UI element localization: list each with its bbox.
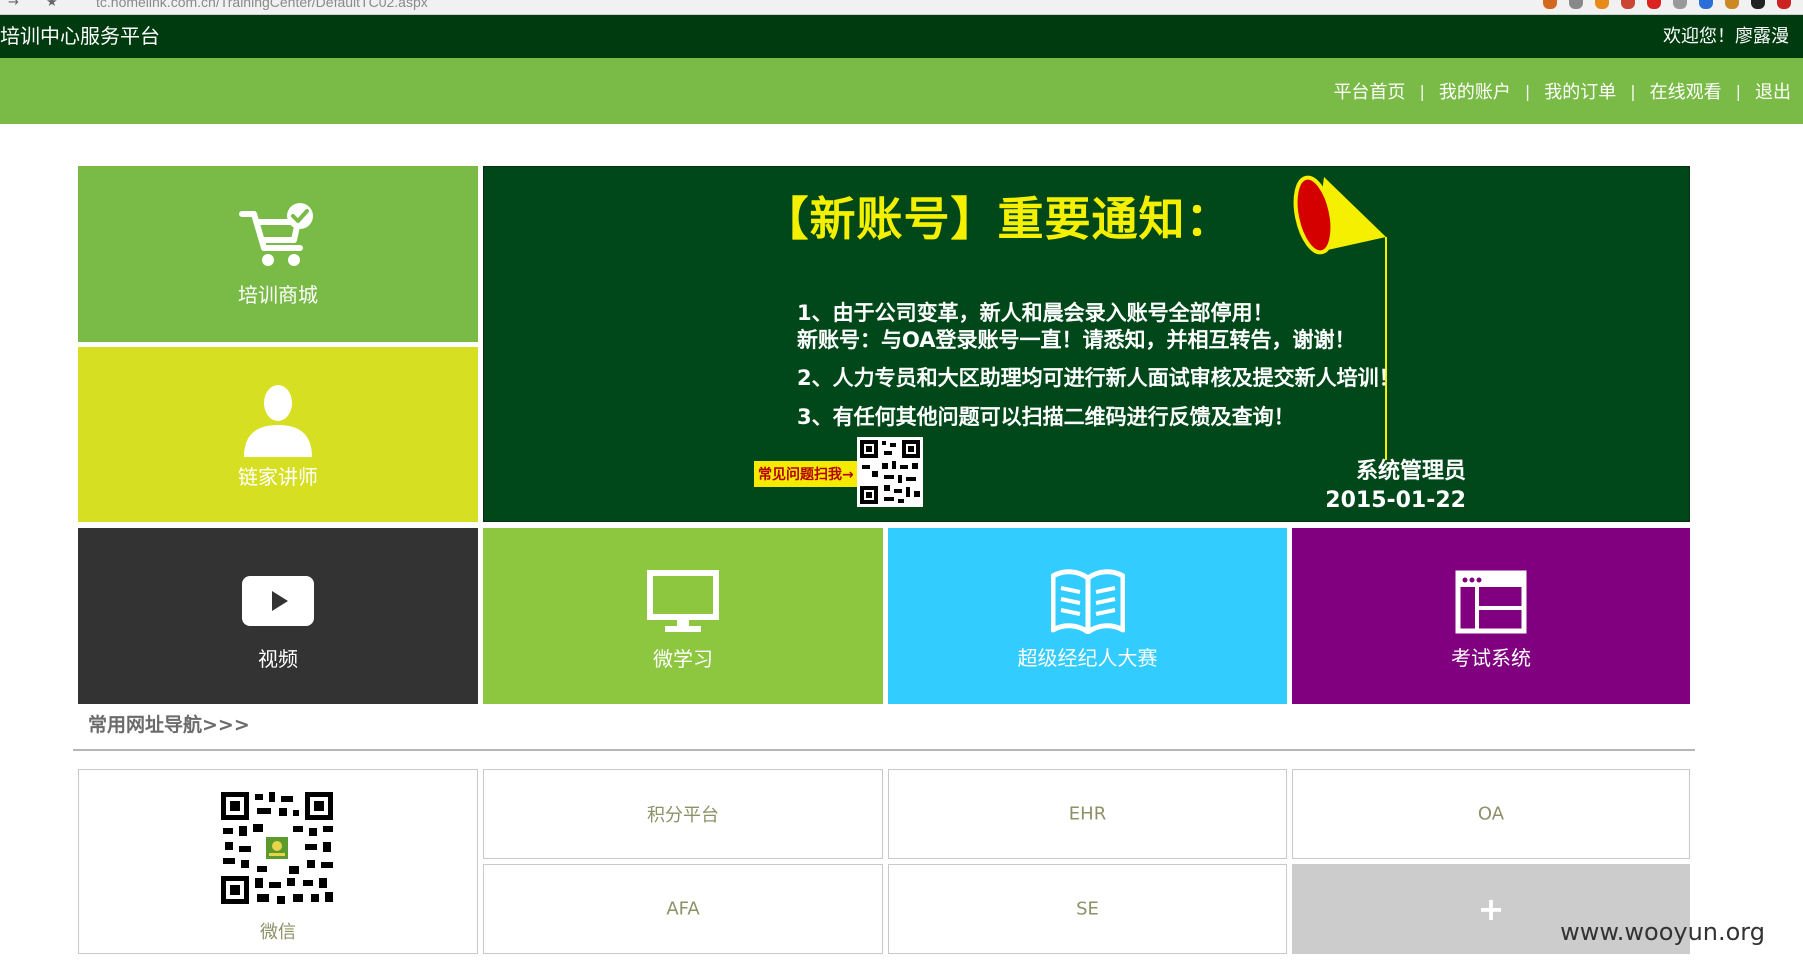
nav-separator: | [1524,81,1531,101]
welcome-user: 欢迎您！廖露漫 [1663,26,1789,47]
notice-line-1: 1、由于公司变革，新人和晨会录入账号全部停用！ [797,301,1274,325]
extension-icon[interactable] [1673,0,1687,9]
extension-icon[interactable] [1725,0,1739,9]
wechat-qr-code-icon [219,790,335,906]
shopping-cart-icon [239,203,313,266]
faq-scan-label: 常见问题扫我→ [754,461,858,487]
open-book-icon [1050,569,1125,634]
bookmark-star-icon[interactable]: ★ [46,0,58,10]
link-label: 积分平台 [647,805,719,826]
extension-icon[interactable] [1621,0,1635,9]
extension-icon[interactable] [1777,0,1791,9]
site-header: 培训中心服务平台 欢迎您！廖露漫 [0,15,1803,58]
link-label: AFA [666,898,700,920]
tile-label: 考试系统 [1451,646,1531,670]
link-label: SE [1076,898,1099,920]
tile-exam-system[interactable]: 考试系统 [1292,528,1690,704]
user-silhouette-icon [244,385,312,457]
extension-icon[interactable] [1751,0,1765,9]
extension-icon[interactable] [1647,0,1661,9]
nav-separator: | [1630,81,1636,101]
tile-label: 培训商城 [238,283,318,307]
top-nav: 平台首页 | 我的账户 | 我的订单 | 在线观看 | 退出 [0,58,1803,124]
tile-label: 视频 [258,647,298,671]
link-wechat[interactable]: 微信 [78,769,478,954]
notice-line-3: 3、有任何其他问题可以扫描二维码进行反馈及查询！ [797,405,1295,429]
nav-home[interactable]: 平台首页 [1333,78,1405,104]
notice-date: 2015-01-22 [1325,488,1466,513]
link-label: OA [1477,803,1505,825]
notice-heading: 【新账号】重要通知： [762,192,1233,246]
nav-watch-online[interactable]: 在线观看 [1650,78,1722,104]
link-label: EHR [1068,803,1107,825]
notice-line-2: 2、人力专员和大区助理均可进行新人面试审核及提交新人培训！ [797,366,1400,390]
tile-label: 超级经纪人大赛 [1017,646,1158,670]
extension-icon[interactable] [1543,0,1557,9]
links-section-heading: 常用网址导航>>> [88,714,250,736]
megaphone-icon [1293,175,1387,460]
tile-lecturer[interactable]: 链家讲师 [78,347,478,522]
nav-my-orders[interactable]: 我的订单 [1544,78,1616,104]
browser-address-bar: → ★ tc.homelink.com.cn/TrainingCenter/De… [0,0,1803,15]
tile-label: 微学习 [653,647,713,671]
back-arrow-icon[interactable]: → [8,0,19,10]
link-se[interactable]: SE [888,864,1287,954]
tile-label: 链家讲师 [238,465,318,489]
watermark-text: www.wooyun.org [1560,918,1765,946]
browser-window-icon [1455,570,1527,634]
link-afa[interactable]: AFA [483,864,883,954]
tile-micro-learning[interactable]: 微学习 [483,528,883,704]
address-url[interactable]: tc.homelink.com.cn/TrainingCenter/Defaul… [96,0,428,10]
link-oa[interactable]: OA [1292,769,1690,859]
notice-banner: 【新账号】重要通知： 1、由于公司变革，新人和晨会录入账号全部停用！ 新账号：与… [483,166,1690,522]
play-button-icon [242,576,314,626]
tile-training-mall[interactable]: 培训商城 [78,166,478,342]
tile-super-agent-contest[interactable]: 超级经纪人大赛 [888,528,1287,704]
extension-icon[interactable] [1569,0,1583,9]
monitor-icon [647,570,719,632]
nav-separator: | [1735,81,1741,101]
tile-video[interactable]: 视频 [78,528,478,704]
browser-extension-icons [1543,0,1791,14]
nav-separator: | [1419,81,1425,101]
site-title: 培训中心服务平台 [0,24,160,48]
notice-signer: 系统管理员 [1355,459,1466,484]
nav-logout[interactable]: 退出 [1755,78,1791,104]
extension-icon[interactable] [1595,0,1609,9]
link-wechat-label: 微信 [260,922,296,943]
extension-icon[interactable] [1699,0,1713,9]
notice-signature: 系统管理员 2015-01-22 [1296,457,1466,515]
link-points-platform[interactable]: 积分平台 [483,769,883,859]
nav-my-account[interactable]: 我的账户 [1439,78,1511,104]
qr-code-icon[interactable] [857,437,923,507]
section-divider [73,749,1695,751]
link-ehr[interactable]: EHR [888,769,1287,859]
notice-line-1b: 新账号：与OA登录账号一直！请悉知，并相互转告，谢谢！ [797,328,1356,352]
